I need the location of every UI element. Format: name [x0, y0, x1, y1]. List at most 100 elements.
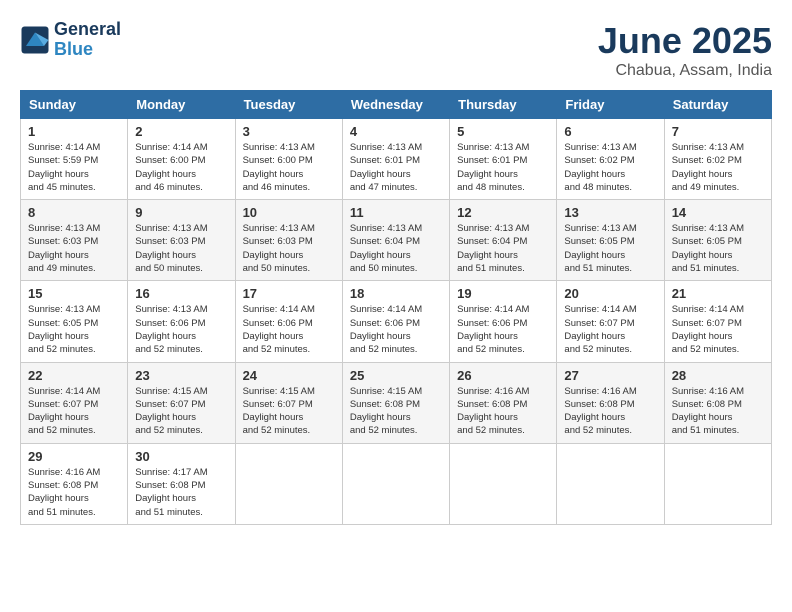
day-info: Sunrise: 4:13 AM Sunset: 6:02 PM Dayligh… — [564, 141, 656, 194]
day-info: Sunrise: 4:16 AM Sunset: 6:08 PM Dayligh… — [564, 385, 656, 438]
day-number: 15 — [28, 286, 120, 301]
day-number: 23 — [135, 368, 227, 383]
calendar: SundayMondayTuesdayWednesdayThursdayFrid… — [20, 90, 772, 525]
calendar-cell — [235, 443, 342, 524]
calendar-cell: 5 Sunrise: 4:13 AM Sunset: 6:01 PM Dayli… — [450, 119, 557, 200]
day-number: 14 — [672, 205, 764, 220]
day-header-friday: Friday — [557, 91, 664, 119]
calendar-cell: 2 Sunrise: 4:14 AM Sunset: 6:00 PM Dayli… — [128, 119, 235, 200]
calendar-cell: 7 Sunrise: 4:13 AM Sunset: 6:02 PM Dayli… — [664, 119, 771, 200]
calendar-cell: 10 Sunrise: 4:13 AM Sunset: 6:03 PM Dayl… — [235, 200, 342, 281]
calendar-cell: 25 Sunrise: 4:15 AM Sunset: 6:08 PM Dayl… — [342, 362, 449, 443]
day-number: 16 — [135, 286, 227, 301]
logo: General Blue — [20, 20, 121, 60]
calendar-week-2: 8 Sunrise: 4:13 AM Sunset: 6:03 PM Dayli… — [21, 200, 772, 281]
calendar-cell: 27 Sunrise: 4:16 AM Sunset: 6:08 PM Dayl… — [557, 362, 664, 443]
calendar-week-3: 15 Sunrise: 4:13 AM Sunset: 6:05 PM Dayl… — [21, 281, 772, 362]
day-number: 29 — [28, 449, 120, 464]
day-number: 10 — [243, 205, 335, 220]
day-header-wednesday: Wednesday — [342, 91, 449, 119]
calendar-week-4: 22 Sunrise: 4:14 AM Sunset: 6:07 PM Dayl… — [21, 362, 772, 443]
calendar-cell: 4 Sunrise: 4:13 AM Sunset: 6:01 PM Dayli… — [342, 119, 449, 200]
calendar-cell: 11 Sunrise: 4:13 AM Sunset: 6:04 PM Dayl… — [342, 200, 449, 281]
calendar-cell: 18 Sunrise: 4:14 AM Sunset: 6:06 PM Dayl… — [342, 281, 449, 362]
logo-text: General Blue — [54, 20, 121, 60]
month-title: June 2025 — [598, 20, 772, 62]
calendar-cell — [557, 443, 664, 524]
day-info: Sunrise: 4:13 AM Sunset: 6:04 PM Dayligh… — [350, 222, 442, 275]
calendar-cell — [342, 443, 449, 524]
day-number: 24 — [243, 368, 335, 383]
day-number: 8 — [28, 205, 120, 220]
location-title: Chabua, Assam, India — [598, 62, 772, 80]
calendar-cell: 6 Sunrise: 4:13 AM Sunset: 6:02 PM Dayli… — [557, 119, 664, 200]
day-info: Sunrise: 4:14 AM Sunset: 6:07 PM Dayligh… — [564, 303, 656, 356]
calendar-cell: 8 Sunrise: 4:13 AM Sunset: 6:03 PM Dayli… — [21, 200, 128, 281]
day-number: 11 — [350, 205, 442, 220]
day-info: Sunrise: 4:14 AM Sunset: 6:07 PM Dayligh… — [28, 385, 120, 438]
calendar-cell: 26 Sunrise: 4:16 AM Sunset: 6:08 PM Dayl… — [450, 362, 557, 443]
day-number: 26 — [457, 368, 549, 383]
day-number: 19 — [457, 286, 549, 301]
day-number: 27 — [564, 368, 656, 383]
calendar-cell: 29 Sunrise: 4:16 AM Sunset: 6:08 PM Dayl… — [21, 443, 128, 524]
day-info: Sunrise: 4:13 AM Sunset: 6:01 PM Dayligh… — [350, 141, 442, 194]
day-header-saturday: Saturday — [664, 91, 771, 119]
day-info: Sunrise: 4:14 AM Sunset: 6:06 PM Dayligh… — [350, 303, 442, 356]
calendar-cell: 19 Sunrise: 4:14 AM Sunset: 6:06 PM Dayl… — [450, 281, 557, 362]
day-info: Sunrise: 4:13 AM Sunset: 6:06 PM Dayligh… — [135, 303, 227, 356]
day-info: Sunrise: 4:15 AM Sunset: 6:07 PM Dayligh… — [243, 385, 335, 438]
day-number: 6 — [564, 124, 656, 139]
day-header-sunday: Sunday — [21, 91, 128, 119]
day-info: Sunrise: 4:15 AM Sunset: 6:08 PM Dayligh… — [350, 385, 442, 438]
calendar-cell: 12 Sunrise: 4:13 AM Sunset: 6:04 PM Dayl… — [450, 200, 557, 281]
calendar-cell — [450, 443, 557, 524]
day-info: Sunrise: 4:15 AM Sunset: 6:07 PM Dayligh… — [135, 385, 227, 438]
day-info: Sunrise: 4:13 AM Sunset: 6:00 PM Dayligh… — [243, 141, 335, 194]
calendar-cell: 20 Sunrise: 4:14 AM Sunset: 6:07 PM Dayl… — [557, 281, 664, 362]
day-info: Sunrise: 4:13 AM Sunset: 6:02 PM Dayligh… — [672, 141, 764, 194]
calendar-cell: 13 Sunrise: 4:13 AM Sunset: 6:05 PM Dayl… — [557, 200, 664, 281]
day-number: 20 — [564, 286, 656, 301]
calendar-cell: 15 Sunrise: 4:13 AM Sunset: 6:05 PM Dayl… — [21, 281, 128, 362]
day-number: 30 — [135, 449, 227, 464]
day-info: Sunrise: 4:14 AM Sunset: 6:07 PM Dayligh… — [672, 303, 764, 356]
calendar-cell — [664, 443, 771, 524]
calendar-cell: 28 Sunrise: 4:16 AM Sunset: 6:08 PM Dayl… — [664, 362, 771, 443]
day-header-tuesday: Tuesday — [235, 91, 342, 119]
calendar-cell: 14 Sunrise: 4:13 AM Sunset: 6:05 PM Dayl… — [664, 200, 771, 281]
day-number: 7 — [672, 124, 764, 139]
calendar-week-1: 1 Sunrise: 4:14 AM Sunset: 5:59 PM Dayli… — [21, 119, 772, 200]
day-info: Sunrise: 4:16 AM Sunset: 6:08 PM Dayligh… — [457, 385, 549, 438]
day-number: 25 — [350, 368, 442, 383]
day-number: 9 — [135, 205, 227, 220]
day-info: Sunrise: 4:13 AM Sunset: 6:05 PM Dayligh… — [564, 222, 656, 275]
calendar-cell: 3 Sunrise: 4:13 AM Sunset: 6:00 PM Dayli… — [235, 119, 342, 200]
day-info: Sunrise: 4:16 AM Sunset: 6:08 PM Dayligh… — [672, 385, 764, 438]
day-number: 21 — [672, 286, 764, 301]
day-info: Sunrise: 4:16 AM Sunset: 6:08 PM Dayligh… — [28, 466, 120, 519]
day-info: Sunrise: 4:13 AM Sunset: 6:05 PM Dayligh… — [672, 222, 764, 275]
calendar-cell: 30 Sunrise: 4:17 AM Sunset: 6:08 PM Dayl… — [128, 443, 235, 524]
day-number: 1 — [28, 124, 120, 139]
calendar-cell: 9 Sunrise: 4:13 AM Sunset: 6:03 PM Dayli… — [128, 200, 235, 281]
calendar-cell: 23 Sunrise: 4:15 AM Sunset: 6:07 PM Dayl… — [128, 362, 235, 443]
day-header-thursday: Thursday — [450, 91, 557, 119]
day-number: 17 — [243, 286, 335, 301]
calendar-cell: 1 Sunrise: 4:14 AM Sunset: 5:59 PM Dayli… — [21, 119, 128, 200]
day-info: Sunrise: 4:13 AM Sunset: 6:01 PM Dayligh… — [457, 141, 549, 194]
calendar-cell: 21 Sunrise: 4:14 AM Sunset: 6:07 PM Dayl… — [664, 281, 771, 362]
day-info: Sunrise: 4:13 AM Sunset: 6:03 PM Dayligh… — [243, 222, 335, 275]
day-number: 3 — [243, 124, 335, 139]
day-info: Sunrise: 4:14 AM Sunset: 6:06 PM Dayligh… — [243, 303, 335, 356]
day-info: Sunrise: 4:14 AM Sunset: 6:00 PM Dayligh… — [135, 141, 227, 194]
day-number: 22 — [28, 368, 120, 383]
day-number: 2 — [135, 124, 227, 139]
day-number: 4 — [350, 124, 442, 139]
day-info: Sunrise: 4:14 AM Sunset: 5:59 PM Dayligh… — [28, 141, 120, 194]
day-number: 28 — [672, 368, 764, 383]
day-info: Sunrise: 4:13 AM Sunset: 6:04 PM Dayligh… — [457, 222, 549, 275]
day-info: Sunrise: 4:13 AM Sunset: 6:03 PM Dayligh… — [28, 222, 120, 275]
day-info: Sunrise: 4:13 AM Sunset: 6:05 PM Dayligh… — [28, 303, 120, 356]
day-info: Sunrise: 4:17 AM Sunset: 6:08 PM Dayligh… — [135, 466, 227, 519]
